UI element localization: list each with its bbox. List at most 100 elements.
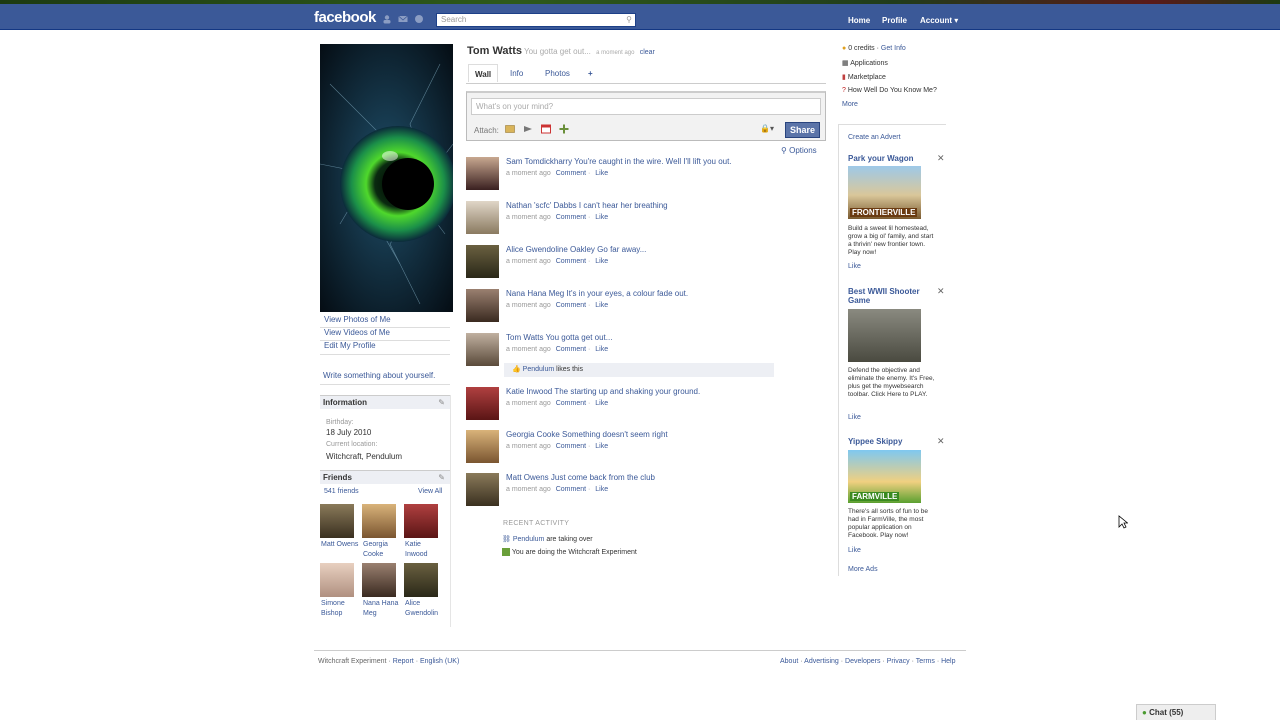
marketplace-label[interactable]: Marketplace [848, 74, 886, 81]
friend-name[interactable]: Katie Inwood [405, 540, 445, 560]
comment-link[interactable]: Comment [556, 443, 586, 450]
avatar[interactable] [466, 387, 499, 420]
post-author[interactable]: Alice Gwendoline Oakley [506, 245, 595, 254]
friend-name[interactable]: Georgia Cooke [363, 540, 403, 560]
avatar[interactable] [466, 333, 499, 366]
ad-title[interactable]: Best WWII Shooter Game [848, 287, 936, 305]
link-icon[interactable] [559, 124, 569, 134]
comment-link[interactable]: Comment [556, 170, 586, 177]
comment-link[interactable]: Comment [556, 486, 586, 493]
chat-label[interactable]: Chat (55) [1149, 708, 1183, 717]
view-videos-link[interactable]: View Videos of Me [324, 328, 390, 337]
footer-privacy-link[interactable]: Privacy [887, 658, 910, 665]
comment-link[interactable]: Comment [556, 214, 586, 221]
footer-help-link[interactable]: Help [941, 658, 955, 665]
event-icon[interactable] [541, 124, 551, 134]
friend-name[interactable]: Alice Gwendolin [405, 599, 445, 619]
tab-wall[interactable]: Wall [468, 64, 499, 82]
avatar[interactable] [466, 157, 499, 190]
more-ads-link[interactable]: More Ads [848, 566, 878, 573]
view-photos-link[interactable]: View Photos of Me [324, 315, 391, 324]
friend-name[interactable]: Simone Bishop [321, 599, 361, 619]
close-icon[interactable]: ✕ [937, 436, 945, 447]
post-author[interactable]: Tom Watts [506, 333, 543, 342]
nav-account[interactable]: Account ▾ [920, 16, 958, 25]
like-link[interactable]: Like [595, 302, 608, 309]
friend-name[interactable]: Nana Hana Meg [363, 599, 403, 619]
recent-activity-actor[interactable]: Pendulum [513, 536, 545, 543]
footer-language-link[interactable]: English (UK) [420, 658, 459, 665]
friend-photo[interactable] [362, 563, 396, 597]
edit-profile-link[interactable]: Edit My Profile [324, 341, 376, 350]
like-link[interactable]: Like [595, 400, 608, 407]
write-about-link[interactable]: Write something about yourself. [323, 371, 435, 380]
status-clear-link[interactable]: clear [640, 49, 655, 56]
avatar[interactable] [466, 430, 499, 463]
ad-like-link[interactable]: Like [848, 547, 861, 554]
footer-terms-link[interactable]: Terms [916, 658, 935, 665]
friend-photo[interactable] [320, 563, 354, 597]
ad-like-link[interactable]: Like [848, 414, 861, 421]
photo-icon[interactable] [505, 124, 515, 134]
profile-picture[interactable] [320, 44, 453, 312]
quiz-app-label[interactable]: How Well Do You Know Me? [848, 87, 937, 94]
notifications-icon[interactable] [414, 14, 424, 24]
like-link[interactable]: Like [595, 346, 608, 353]
add-tab-button[interactable]: + [582, 64, 599, 82]
status-input[interactable]: What's on your mind? [471, 98, 821, 115]
nav-profile[interactable]: Profile [882, 16, 907, 25]
comment-link[interactable]: Comment [556, 258, 586, 265]
like-link[interactable]: Like [595, 443, 608, 450]
create-ad-link[interactable]: Create an Advert [848, 134, 901, 141]
like-link[interactable]: Like [595, 214, 608, 221]
close-icon[interactable]: ✕ [937, 286, 945, 297]
share-button[interactable]: Share [785, 122, 820, 138]
post-author[interactable]: Matt Owens [506, 473, 549, 482]
ad-image-frontierville[interactable]: FRONTIERVILLE [848, 166, 921, 219]
avatar[interactable] [466, 473, 499, 506]
messages-icon[interactable] [398, 14, 408, 24]
friend-count[interactable]: 541 friends [324, 488, 359, 495]
video-icon[interactable] [523, 124, 533, 134]
view-all-friends-link[interactable]: View All [418, 488, 442, 495]
marketplace-link[interactable]: ▮ Marketplace [842, 73, 886, 81]
footer-developers-link[interactable]: Developers [845, 658, 880, 665]
tab-info[interactable]: Info [504, 64, 529, 82]
friend-requests-icon[interactable] [382, 14, 392, 24]
friend-name[interactable]: Matt Owens [321, 540, 361, 550]
quiz-app-link[interactable]: ? How Well Do You Know Me? [842, 87, 937, 94]
post-author[interactable]: Georgia Cooke [506, 430, 560, 439]
applications-label[interactable]: Applications [850, 60, 888, 67]
facebook-logo[interactable]: facebook [314, 9, 376, 26]
footer-about-link[interactable]: About [780, 658, 798, 665]
avatar[interactable] [466, 289, 499, 322]
privacy-lock-icon[interactable]: 🔒▾ [760, 124, 774, 133]
ad-title[interactable]: Park your Wagon [848, 154, 914, 163]
ad-image-farmville[interactable]: FARMVILLE [848, 450, 921, 503]
tab-photos[interactable]: Photos [539, 64, 576, 82]
ad-title[interactable]: Yippee Skippy [848, 437, 902, 446]
close-icon[interactable]: ✕ [937, 153, 945, 164]
comment-link[interactable]: Comment [556, 400, 586, 407]
friend-photo[interactable] [404, 504, 438, 538]
friend-photo[interactable] [320, 504, 354, 538]
ad-image-soldier[interactable] [848, 309, 921, 362]
applications-link[interactable]: ▦ Applications [842, 59, 888, 67]
friends-title[interactable]: Friends [323, 473, 352, 482]
post-author[interactable]: Sam Tomdickharry [506, 157, 572, 166]
post-author[interactable]: Nana Hana Meg [506, 289, 564, 298]
edit-pencil-icon[interactable]: ✎ [438, 473, 445, 482]
comment-link[interactable]: Comment [556, 346, 586, 353]
edit-pencil-icon[interactable]: ✎ [438, 398, 445, 407]
options-link[interactable]: ⚲ Options [781, 146, 817, 155]
get-info-link[interactable]: Get Info [881, 45, 906, 52]
like-link[interactable]: Like [595, 170, 608, 177]
avatar[interactable] [466, 201, 499, 234]
footer-report-link[interactable]: Report [393, 658, 414, 665]
liker-name[interactable]: Pendulum [523, 366, 555, 373]
friend-photo[interactable] [404, 563, 438, 597]
post-author[interactable]: Nathan 'scfc' Dabbs [506, 201, 577, 210]
comment-link[interactable]: Comment [556, 302, 586, 309]
nav-home[interactable]: Home [848, 16, 870, 25]
options-label[interactable]: Options [789, 146, 817, 155]
